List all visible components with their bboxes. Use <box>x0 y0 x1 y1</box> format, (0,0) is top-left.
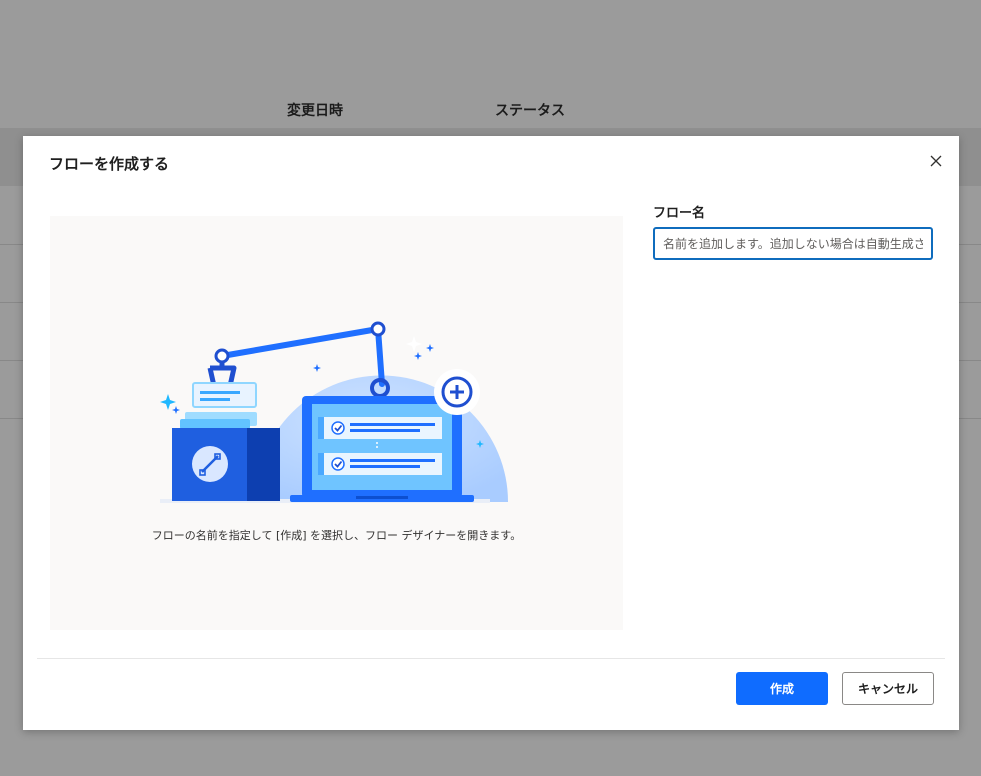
close-button[interactable] <box>925 150 947 172</box>
create-button[interactable]: 作成 <box>736 672 828 705</box>
footer-divider <box>37 658 945 659</box>
cancel-button[interactable]: キャンセル <box>842 672 934 705</box>
column-status: ステータス <box>495 103 565 119</box>
flow-name-input[interactable] <box>653 227 933 260</box>
column-modified-date: 変更日時 <box>287 103 343 119</box>
table-column-header: 変更日時 ステータス <box>0 96 981 128</box>
create-flow-dialog: フローを作成する フローの名前を指定して [作成] を選択し、フロー デザイナー… <box>23 136 959 730</box>
dialog-title: フローを作成する <box>49 155 170 173</box>
close-icon <box>930 155 942 167</box>
illustration-caption: フローの名前を指定して [作成] を選択し、フロー デザイナーを開きます。 <box>151 529 522 542</box>
flow-illustration <box>160 321 508 503</box>
flow-name-label: フロー名 <box>653 206 706 221</box>
illustration-panel: フローの名前を指定して [作成] を選択し、フロー デザイナーを開きます。 <box>50 216 623 630</box>
